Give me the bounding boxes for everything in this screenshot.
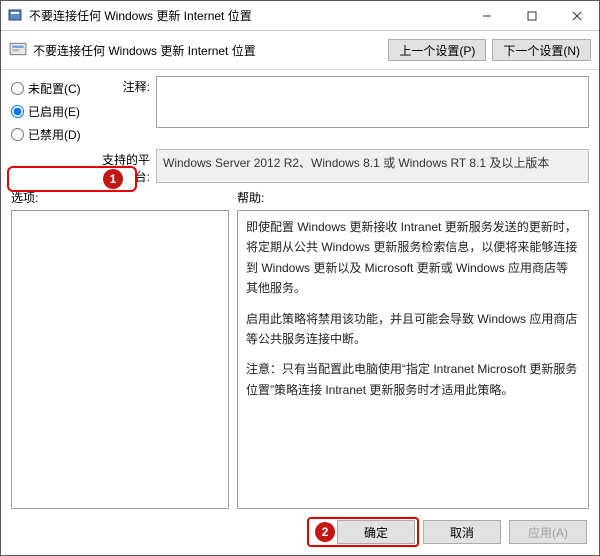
radio-enabled-label: 已启用(E): [28, 103, 80, 120]
apply-button[interactable]: 应用(A): [509, 520, 587, 544]
titlebar: 不要连接任何 Windows 更新 Internet 位置: [1, 1, 599, 31]
close-button[interactable]: [554, 1, 599, 31]
maximize-button[interactable]: [509, 1, 554, 31]
minimize-button[interactable]: [464, 1, 509, 31]
policy-title: 不要连接任何 Windows 更新 Internet 位置: [33, 42, 382, 59]
policy-editor-window: 不要连接任何 Windows 更新 Internet 位置 不要连接任何 Win…: [0, 0, 600, 556]
help-paragraph: 注意：只有当配置此电脑使用“指定 Intranet Microsoft 更新服务…: [246, 359, 580, 400]
help-paragraph: 即使配置 Windows 更新接收 Intranet 更新服务发送的更新时，将定…: [246, 217, 580, 299]
divider: [1, 69, 599, 70]
radio-disabled-label: 已禁用(D): [28, 126, 81, 143]
dialog-buttons: 2 确定 取消 应用(A): [1, 509, 599, 555]
radio-disabled[interactable]: 已禁用(D): [11, 126, 89, 143]
comment-label: 注释:: [95, 76, 150, 143]
help-label: 帮助:: [237, 189, 589, 206]
main-panels: 选项: 帮助: 即使配置 Windows 更新接收 Intranet 更新服务发…: [1, 185, 599, 509]
options-box: [11, 210, 229, 509]
ok-button[interactable]: 确定: [337, 520, 415, 544]
radio-not-configured[interactable]: 未配置(C): [11, 80, 89, 97]
radio-not-configured-label: 未配置(C): [28, 80, 81, 97]
annotation-badge-1: 1: [103, 169, 123, 189]
header-icon: [9, 40, 27, 61]
comment-textarea[interactable]: [156, 76, 589, 128]
help-box: 即使配置 Windows 更新接收 Intranet 更新服务发送的更新时，将定…: [237, 210, 589, 509]
header: 不要连接任何 Windows 更新 Internet 位置 上一个设置(P) 下…: [1, 31, 599, 69]
cancel-button[interactable]: 取消: [423, 520, 501, 544]
help-paragraph: 启用此策略将禁用该功能，并且可能会导致 Windows 应用商店等公共服务连接中…: [246, 309, 580, 350]
radio-disabled-input[interactable]: [11, 128, 24, 141]
window-title: 不要连接任何 Windows 更新 Internet 位置: [29, 7, 464, 24]
supported-platforms-box: Windows Server 2012 R2、Windows 8.1 或 Win…: [156, 149, 589, 183]
options-label: 选项:: [11, 189, 229, 206]
prev-setting-button[interactable]: 上一个设置(P): [388, 39, 486, 61]
policy-icon: [7, 8, 23, 24]
radio-enabled[interactable]: 已启用(E): [11, 103, 89, 120]
radio-enabled-input[interactable]: [11, 105, 24, 118]
state-radios: 未配置(C) 已启用(E) 已禁用(D): [11, 76, 89, 143]
radio-not-configured-input[interactable]: [11, 82, 24, 95]
next-setting-button[interactable]: 下一个设置(N): [492, 39, 591, 61]
annotation-badge-2: 2: [315, 522, 335, 542]
